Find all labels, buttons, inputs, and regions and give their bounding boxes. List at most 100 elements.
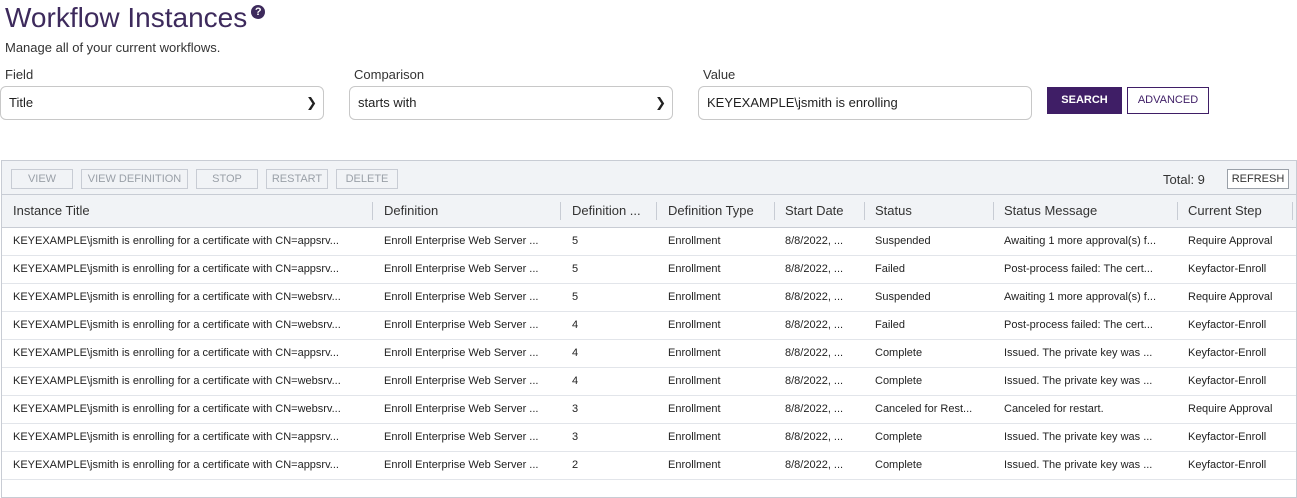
comparison-label: Comparison — [354, 67, 425, 82]
cell-instance-title: KEYEXAMPLE\jsmith is enrolling for a cer… — [13, 235, 339, 247]
cell-current-step: Require Approval — [1188, 403, 1273, 415]
cell-definition: Enroll Enterprise Web Server ... — [384, 459, 539, 471]
table-row[interactable]: KEYEXAMPLE\jsmith is enrolling for a cer… — [2, 368, 1296, 396]
cell-status: Suspended — [875, 235, 931, 247]
view-definition-button[interactable]: VIEW DEFINITION — [81, 169, 188, 189]
cell-instance-title: KEYEXAMPLE\jsmith is enrolling for a cer… — [13, 291, 341, 303]
cell-instance-title: KEYEXAMPLE\jsmith is enrolling for a cer… — [13, 431, 339, 443]
cell-definition-type: Enrollment — [668, 291, 721, 303]
cell-instance-title: KEYEXAMPLE\jsmith is enrolling for a cer… — [13, 263, 339, 275]
cell-start-date: 8/8/2022, ... — [785, 431, 844, 443]
cell-status: Failed — [875, 319, 905, 331]
table-row[interactable]: KEYEXAMPLE\jsmith is enrolling for a cer… — [2, 396, 1296, 424]
cell-status: Complete — [875, 459, 923, 471]
cell-status: Suspended — [875, 291, 931, 303]
cell-current-step: Keyfactor-Enroll — [1188, 319, 1267, 331]
table-row[interactable]: KEYEXAMPLE\jsmith is enrolling for a cer… — [2, 312, 1296, 340]
cell-status-message: Post-process failed: The cert... — [1004, 319, 1153, 331]
cell-status-message: Issued. The private key was ... — [1004, 459, 1153, 471]
cell-start-date: 8/8/2022, ... — [785, 291, 844, 303]
column-resize-handle[interactable] — [1292, 202, 1293, 220]
cell-definition: Enroll Enterprise Web Server ... — [384, 403, 539, 415]
cell-definition-type: Enrollment — [668, 403, 721, 415]
cell-status: Complete — [875, 431, 923, 443]
cell-instance-title: KEYEXAMPLE\jsmith is enrolling for a cer… — [13, 375, 341, 387]
cell-definition-type: Enrollment — [668, 235, 721, 247]
cell-start-date: 8/8/2022, ... — [785, 235, 844, 247]
view-button[interactable]: VIEW — [11, 169, 73, 189]
stop-button[interactable]: STOP — [196, 169, 258, 189]
table-row[interactable]: KEYEXAMPLE\jsmith is enrolling for a cer… — [2, 228, 1296, 256]
cell-status-message: Canceled for restart. — [1004, 403, 1104, 415]
table-row[interactable]: KEYEXAMPLE\jsmith is enrolling for a cer… — [2, 284, 1296, 312]
cell-definition-version: 4 — [572, 319, 579, 331]
cell-definition-version: 4 — [572, 347, 579, 359]
delete-button[interactable]: DELETE — [336, 169, 398, 189]
comparison-select[interactable]: starts with ❯ — [349, 86, 673, 120]
restart-button[interactable]: RESTART — [266, 169, 328, 189]
cell-definition-type: Enrollment — [668, 347, 721, 359]
cell-definition-type: Enrollment — [668, 459, 721, 471]
cell-status: Canceled for Rest... — [875, 403, 973, 415]
column-header-status[interactable]: Status — [864, 195, 993, 227]
workflow-grid: VIEW VIEW DEFINITION STOP RESTART DELETE… — [1, 160, 1297, 498]
value-input-text: KEYEXAMPLE\jsmith is enrolling — [707, 95, 898, 110]
cell-status-message: Awaiting 1 more approval(s) f... — [1004, 235, 1157, 247]
cell-current-step: Keyfactor-Enroll — [1188, 263, 1267, 275]
table-row[interactable]: KEYEXAMPLE\jsmith is enrolling for a cer… — [2, 452, 1296, 480]
cell-definition-type: Enrollment — [668, 263, 721, 275]
cell-start-date: 8/8/2022, ... — [785, 459, 844, 471]
column-header-status-message[interactable]: Status Message — [993, 195, 1177, 227]
cell-current-step: Require Approval — [1188, 291, 1273, 303]
value-input[interactable]: KEYEXAMPLE\jsmith is enrolling — [698, 86, 1032, 120]
table-row[interactable]: KEYEXAMPLE\jsmith is enrolling for a cer… — [2, 340, 1296, 368]
field-select[interactable]: Title ❯ — [0, 86, 324, 120]
cell-definition: Enroll Enterprise Web Server ... — [384, 319, 539, 331]
grid-toolbar: VIEW VIEW DEFINITION STOP RESTART DELETE… — [2, 161, 1296, 195]
total-count: Total: 9 — [1163, 172, 1205, 187]
column-header-definition[interactable]: Definition — [373, 195, 560, 227]
comparison-select-value: starts with — [358, 95, 417, 110]
cell-instance-title: KEYEXAMPLE\jsmith is enrolling for a cer… — [13, 347, 339, 359]
cell-current-step: Require Approval — [1188, 235, 1273, 247]
column-header-current-step[interactable]: Current Step — [1177, 195, 1292, 227]
advanced-button[interactable]: ADVANCED — [1127, 87, 1209, 114]
cell-current-step: Keyfactor-Enroll — [1188, 459, 1267, 471]
search-button[interactable]: SEARCH — [1047, 87, 1122, 114]
table-row[interactable]: KEYEXAMPLE\jsmith is enrolling for a cer… — [2, 256, 1296, 284]
cell-definition: Enroll Enterprise Web Server ... — [384, 291, 539, 303]
cell-definition-version: 5 — [572, 263, 579, 275]
cell-current-step: Keyfactor-Enroll — [1188, 431, 1267, 443]
column-header-start-date[interactable]: Start Date — [774, 195, 864, 227]
chevron-down-icon: ❯ — [655, 95, 666, 110]
page-title-text: Workflow Instances — [5, 2, 248, 33]
page-title: Workflow Instances? — [5, 0, 266, 38]
cell-definition-type: Enrollment — [668, 319, 721, 331]
column-header-definition-type[interactable]: Definition Type — [657, 195, 774, 227]
cell-status-message: Issued. The private key was ... — [1004, 347, 1153, 359]
cell-status: Complete — [875, 347, 923, 359]
cell-current-step: Keyfactor-Enroll — [1188, 375, 1267, 387]
cell-instance-title: KEYEXAMPLE\jsmith is enrolling for a cer… — [13, 459, 339, 471]
column-header-definition-version[interactable]: Definition ... — [561, 195, 656, 227]
cell-status: Complete — [875, 375, 923, 387]
cell-definition: Enroll Enterprise Web Server ... — [384, 235, 539, 247]
cell-definition-version: 3 — [572, 403, 579, 415]
field-label: Field — [5, 67, 34, 82]
refresh-button[interactable]: REFRESH — [1227, 169, 1289, 189]
cell-definition-type: Enrollment — [668, 431, 721, 443]
cell-status-message: Awaiting 1 more approval(s) f... — [1004, 291, 1157, 303]
cell-definition: Enroll Enterprise Web Server ... — [384, 375, 539, 387]
cell-definition-version: 3 — [572, 431, 579, 443]
cell-start-date: 8/8/2022, ... — [785, 347, 844, 359]
cell-status-message: Issued. The private key was ... — [1004, 431, 1153, 443]
cell-start-date: 8/8/2022, ... — [785, 263, 844, 275]
cell-definition-version: 2 — [572, 459, 579, 471]
cell-definition-type: Enrollment — [668, 375, 721, 387]
cell-definition: Enroll Enterprise Web Server ... — [384, 347, 539, 359]
cell-instance-title: KEYEXAMPLE\jsmith is enrolling for a cer… — [13, 403, 341, 415]
chevron-down-icon: ❯ — [306, 95, 317, 110]
column-header-instance-title[interactable]: Instance Title — [2, 195, 372, 227]
help-icon[interactable]: ? — [251, 5, 266, 19]
table-row[interactable]: KEYEXAMPLE\jsmith is enrolling for a cer… — [2, 424, 1296, 452]
